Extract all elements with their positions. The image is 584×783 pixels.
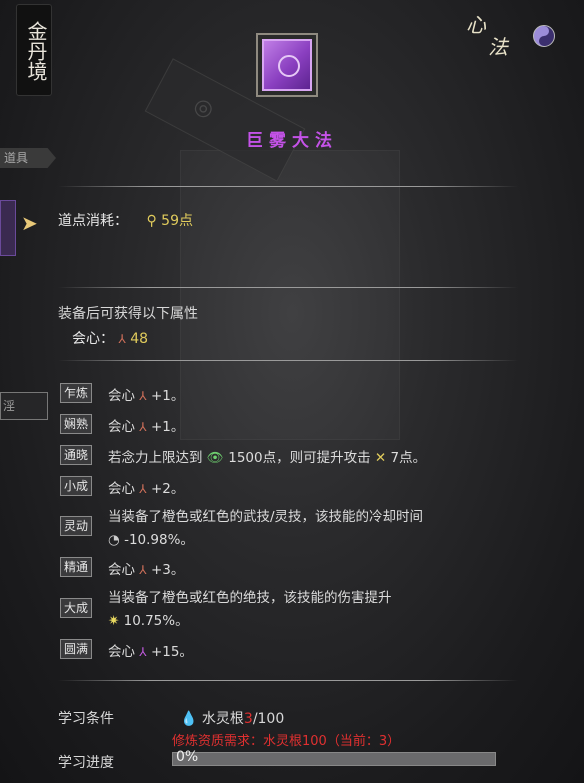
level-text: 当装备了橙色或红色的武技/灵技，该技能的冷却时间 xyxy=(108,509,424,525)
skill-book-icon xyxy=(256,33,318,97)
level-text: 若念力上限达到 👁 1500点，则可提升攻击 ✕ 7点。 xyxy=(108,450,427,466)
burst-icon: ✷ xyxy=(108,613,120,629)
level-text: 会心 ⅄ +3。 xyxy=(108,562,185,578)
crit-icon: ⅄ xyxy=(139,563,147,577)
level-text: 会心 ⅄ +2。 xyxy=(108,481,185,497)
divider xyxy=(58,186,518,187)
divider xyxy=(58,680,518,681)
level-text: 会心 ⅄ +1。 xyxy=(108,388,185,404)
attributes-heading: 装备后可获得以下属性 xyxy=(58,306,198,322)
cost-row: 道点消耗： ⚲ 59点 xyxy=(58,213,193,229)
side-tab[interactable]: 道具 xyxy=(0,148,56,168)
level-tag: 圆满 xyxy=(60,639,92,659)
crit-icon: ⅄ xyxy=(139,482,147,496)
crit-icon: ⅄ xyxy=(118,332,126,346)
level-tag: 大成 xyxy=(60,598,92,618)
location-pin-icon: ⚲ xyxy=(146,213,157,229)
crit-icon: ⅄ xyxy=(139,420,147,434)
level-tag: 娴熟 xyxy=(60,414,92,434)
yinyang-icon[interactable] xyxy=(533,25,555,47)
divider xyxy=(58,287,518,288)
attribute-value: 48 xyxy=(130,331,149,347)
crossed-swords-icon: ✕ xyxy=(374,450,387,466)
skill-title: 巨雾大法 xyxy=(246,131,338,151)
progress-bar xyxy=(172,752,496,766)
eye-icon: 👁 xyxy=(206,450,224,466)
level-tag: 通晓 xyxy=(60,445,92,465)
level-tag: 乍炼 xyxy=(60,383,92,403)
progress-label: 学习进度 xyxy=(58,755,114,771)
requirement-label: 学习条件 xyxy=(58,711,114,727)
water-drop-icon: 💧 xyxy=(180,711,198,727)
level-text: 会心 ⅄ +15。 xyxy=(108,644,193,660)
realm-label: 金丹境 xyxy=(16,4,52,96)
attribute-row: 会心： ⅄ 48 xyxy=(72,331,149,347)
level-tag: 小成 xyxy=(60,476,92,496)
level-text-2: ✷ 10.75%。 xyxy=(108,613,189,629)
cost-value: 59点 xyxy=(161,213,193,229)
level-text-2: ◔ -10.98%。 xyxy=(108,532,194,548)
side-item-slot[interactable] xyxy=(0,200,16,256)
divider xyxy=(58,360,518,361)
requirement-warning: 修炼资质需求：水灵根100（当前：3） xyxy=(172,734,401,749)
crit-icon: ⅄ xyxy=(139,645,147,659)
cooldown-icon: ◔ xyxy=(108,532,120,548)
level-tag: 灵动 xyxy=(60,516,92,536)
progress-text: 0% xyxy=(176,749,199,765)
pointer-arrow-icon: ➤ xyxy=(21,211,38,235)
background-panel xyxy=(180,150,400,440)
crit-icon: ⅄ xyxy=(139,389,147,403)
level-text: 会心 ⅄ +1。 xyxy=(108,419,185,435)
level-tag: 精通 xyxy=(60,557,92,577)
level-text: 当装备了橙色或红色的绝技，该技能的伤害提升 xyxy=(108,590,392,606)
requirement-value: 💧 水灵根3/100 xyxy=(180,711,285,727)
side-box[interactable]: 淫 xyxy=(0,392,48,420)
